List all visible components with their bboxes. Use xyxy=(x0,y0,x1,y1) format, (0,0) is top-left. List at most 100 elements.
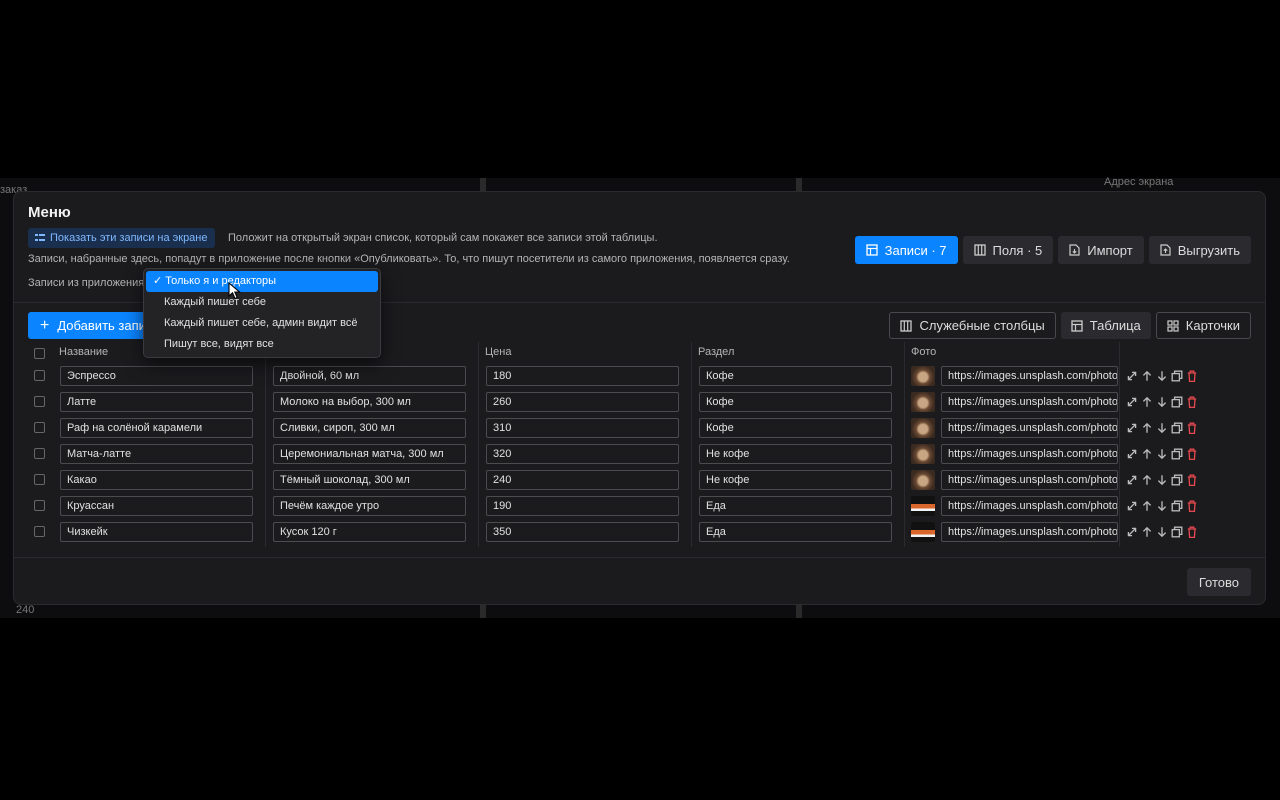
duplicate-icon[interactable] xyxy=(1171,370,1183,382)
trash-icon[interactable] xyxy=(1186,526,1198,538)
row-checkbox[interactable] xyxy=(34,448,45,459)
description-field[interactable]: Кусок 120 г xyxy=(273,522,466,542)
description-field[interactable]: Сливки, сироп, 300 мл xyxy=(273,418,466,438)
section-field[interactable]: Кофе xyxy=(699,392,892,412)
section-field[interactable]: Не кофе xyxy=(699,470,892,490)
name-field[interactable]: Раф на солёной карамели xyxy=(60,418,253,438)
table-view-button[interactable]: Таблица xyxy=(1060,312,1151,339)
trash-icon[interactable] xyxy=(1186,396,1198,408)
expand-icon[interactable] xyxy=(1126,448,1138,460)
footer-divider xyxy=(14,557,1265,558)
row-checkbox[interactable] xyxy=(34,370,45,381)
arrow-down-icon[interactable] xyxy=(1156,526,1168,538)
price-field[interactable]: 260 xyxy=(486,392,679,412)
row-actions xyxy=(1126,418,1216,438)
trash-icon[interactable] xyxy=(1186,448,1198,460)
section-field[interactable]: Кофе xyxy=(699,418,892,438)
name-field[interactable]: Чизкейк xyxy=(60,522,253,542)
name-field[interactable]: Матча-латте xyxy=(60,444,253,464)
dialog-title: Меню xyxy=(28,204,71,221)
price-field[interactable]: 350 xyxy=(486,522,679,542)
duplicate-icon[interactable] xyxy=(1171,396,1183,408)
description-field[interactable]: Печём каждое утро xyxy=(273,496,466,516)
add-records-button[interactable]: + Добавить записи xyxy=(28,312,152,339)
price-field[interactable]: 320 xyxy=(486,444,679,464)
permissions-label: Записи из приложения xyxy=(28,277,145,289)
arrow-down-icon[interactable] xyxy=(1156,396,1168,408)
expand-icon[interactable] xyxy=(1126,370,1138,382)
row-checkbox[interactable] xyxy=(34,422,45,433)
arrow-up-icon[interactable] xyxy=(1141,500,1153,512)
section-field[interactable]: Не кофе xyxy=(699,444,892,464)
done-button[interactable]: Готово xyxy=(1186,568,1251,596)
show-records-on-screen-button[interactable]: Показать эти записи на экране xyxy=(28,228,215,248)
column-header-photo: Фото xyxy=(911,346,937,358)
arrow-up-icon[interactable] xyxy=(1141,370,1153,382)
arrow-down-icon[interactable] xyxy=(1156,370,1168,382)
arrow-down-icon[interactable] xyxy=(1156,422,1168,434)
tab-export[interactable]: Выгрузить xyxy=(1148,236,1251,264)
photo-url-field[interactable]: https://images.unsplash.com/photo xyxy=(941,496,1118,516)
price-field[interactable]: 310 xyxy=(486,418,679,438)
description-field[interactable]: Двойной, 60 мл xyxy=(273,366,466,386)
select-all-checkbox[interactable] xyxy=(34,348,45,359)
tab-records[interactable]: Записи · 7 xyxy=(854,236,958,264)
expand-icon[interactable] xyxy=(1126,474,1138,486)
tab-import[interactable]: Импорт xyxy=(1058,236,1144,264)
photo-url-field[interactable]: https://images.unsplash.com/photo xyxy=(941,392,1118,412)
name-field[interactable]: Какао xyxy=(60,470,253,490)
name-field[interactable]: Круассан xyxy=(60,496,253,516)
list-icon xyxy=(35,234,45,241)
price-field[interactable]: 180 xyxy=(486,366,679,386)
name-field[interactable]: Латте xyxy=(60,392,253,412)
photo-url-field[interactable]: https://images.unsplash.com/photo xyxy=(941,522,1118,542)
row-checkbox[interactable] xyxy=(34,474,45,485)
permissions-dropdown[interactable]: ✓ Только я и редакторы Каждый пишет себе… xyxy=(143,268,381,358)
price-field[interactable]: 240 xyxy=(486,470,679,490)
description-field[interactable]: Молоко на выбор, 300 мл xyxy=(273,392,466,412)
expand-icon[interactable] xyxy=(1126,396,1138,408)
arrow-down-icon[interactable] xyxy=(1156,500,1168,512)
arrow-up-icon[interactable] xyxy=(1141,422,1153,434)
permissions-option[interactable]: ✓ Только я и редакторы xyxy=(146,271,378,292)
section-field[interactable]: Еда xyxy=(699,496,892,516)
description-field[interactable]: Тёмный шоколад, 300 мл xyxy=(273,470,466,490)
tab-fields[interactable]: Поля · 5 xyxy=(962,236,1054,264)
permissions-option[interactable]: Каждый пишет себе, админ видит всё xyxy=(146,313,378,334)
row-checkbox[interactable] xyxy=(34,500,45,511)
description-field[interactable]: Церемониальная матча, 300 мл xyxy=(273,444,466,464)
arrow-up-icon[interactable] xyxy=(1141,448,1153,460)
trash-icon[interactable] xyxy=(1186,500,1198,512)
row-checkbox[interactable] xyxy=(34,526,45,537)
arrow-down-icon[interactable] xyxy=(1156,474,1168,486)
name-field[interactable]: Эспрессо xyxy=(60,366,253,386)
section-field[interactable]: Еда xyxy=(699,522,892,542)
duplicate-icon[interactable] xyxy=(1171,500,1183,512)
trash-icon[interactable] xyxy=(1186,474,1198,486)
photo-url-field[interactable]: https://images.unsplash.com/photo xyxy=(941,366,1118,386)
section-field[interactable]: Кофе xyxy=(699,366,892,386)
photo-url-field[interactable]: https://images.unsplash.com/photo xyxy=(941,418,1118,438)
tab-export-label: Выгрузить xyxy=(1177,242,1240,258)
permissions-option[interactable]: Каждый пишет себе xyxy=(146,292,378,313)
permissions-option[interactable]: Пишут все, видят все xyxy=(146,334,378,355)
expand-icon[interactable] xyxy=(1126,526,1138,538)
service-columns-button[interactable]: Служебные столбцы xyxy=(889,312,1056,339)
expand-icon[interactable] xyxy=(1126,500,1138,512)
photo-url-field[interactable]: https://images.unsplash.com/photo xyxy=(941,470,1118,490)
arrow-up-icon[interactable] xyxy=(1141,526,1153,538)
arrow-down-icon[interactable] xyxy=(1156,448,1168,460)
arrow-up-icon[interactable] xyxy=(1141,474,1153,486)
duplicate-icon[interactable] xyxy=(1171,526,1183,538)
row-checkbox[interactable] xyxy=(34,396,45,407)
expand-icon[interactable] xyxy=(1126,422,1138,434)
arrow-up-icon[interactable] xyxy=(1141,396,1153,408)
duplicate-icon[interactable] xyxy=(1171,448,1183,460)
cards-view-button[interactable]: Карточки xyxy=(1155,312,1251,339)
price-field[interactable]: 190 xyxy=(486,496,679,516)
duplicate-icon[interactable] xyxy=(1171,422,1183,434)
duplicate-icon[interactable] xyxy=(1171,474,1183,486)
photo-url-field[interactable]: https://images.unsplash.com/photo xyxy=(941,444,1118,464)
trash-icon[interactable] xyxy=(1186,370,1198,382)
trash-icon[interactable] xyxy=(1186,422,1198,434)
